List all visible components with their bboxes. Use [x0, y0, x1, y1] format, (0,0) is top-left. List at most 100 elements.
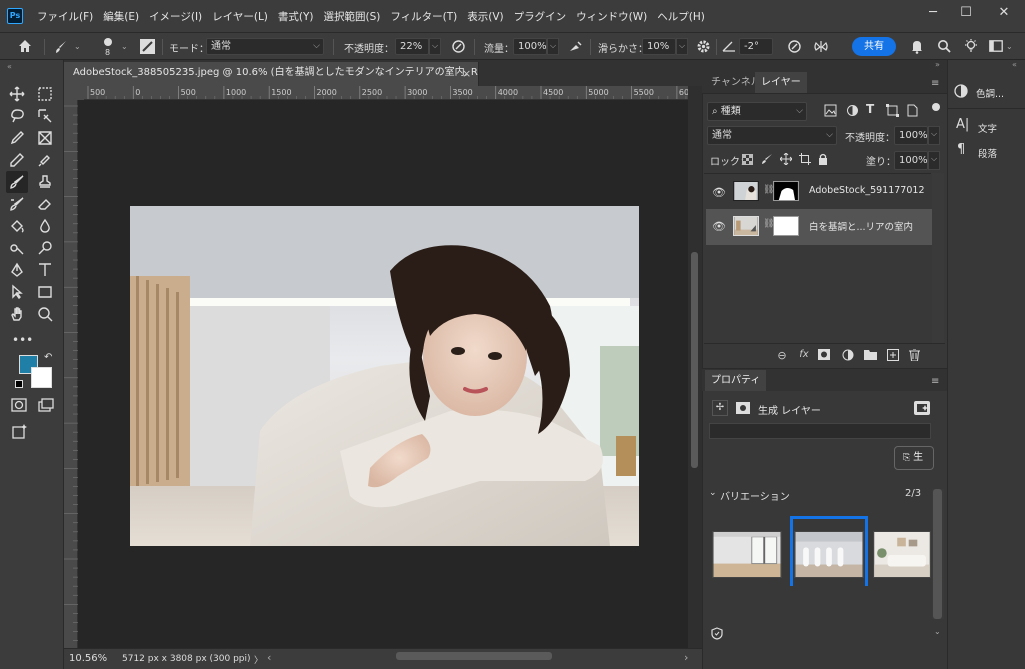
new-group-icon[interactable] — [864, 349, 878, 363]
layer-row[interactable]: 👁 ⛓ 白を基調と...リアの室内 — [706, 209, 932, 245]
status-menu-arrow[interactable]: 〉 — [254, 653, 263, 666]
document-image[interactable] — [130, 206, 639, 546]
stamp-tool-icon[interactable] — [34, 171, 56, 193]
layer-opacity-input[interactable]: 100% — [894, 126, 928, 145]
symmetry-icon[interactable] — [813, 39, 829, 54]
link-layers-icon[interactable]: ⊖ — [775, 349, 789, 363]
generate-button[interactable]: ⎘ 生 — [894, 446, 934, 470]
scroll-left-icon[interactable]: ‹ — [267, 651, 271, 664]
adjustment-layer-icon[interactable] — [842, 349, 856, 363]
history-brush-icon[interactable] — [6, 193, 28, 215]
gear-icon[interactable] — [696, 39, 711, 54]
adjustments-label[interactable]: 色調... — [976, 86, 1004, 100]
generate-image-icon[interactable] — [12, 423, 28, 439]
document-tab[interactable]: AdobeStock_388505235.jpeg @ 10.6% (白を基調と… — [64, 62, 479, 86]
close-tab-icon[interactable]: × — [462, 67, 471, 80]
menu-item[interactable]: 表示(V) — [462, 8, 508, 26]
menu-item[interactable]: ファイル(F) — [32, 8, 98, 26]
collapse-icon[interactable]: « — [7, 62, 12, 71]
maximize-button[interactable]: ☐ — [951, 4, 981, 24]
object-select-tool-icon[interactable] — [34, 105, 56, 127]
lightbulb-icon[interactable] — [963, 38, 979, 54]
layer-filter-select[interactable]: ⌕ 種類 ⌵ — [707, 102, 807, 121]
minimize-button[interactable]: ─ — [918, 4, 948, 24]
collapse-icon[interactable]: « — [1012, 60, 1017, 69]
prompt-input[interactable] — [709, 423, 931, 439]
lock-all-icon[interactable] — [818, 153, 828, 165]
opacity-dropdown[interactable]: ⌵ — [429, 38, 441, 55]
menu-item[interactable]: 書式(Y) — [273, 8, 319, 26]
paragraph-icon[interactable]: ¶ — [957, 142, 965, 157]
chevron-down-icon[interactable]: ⌄ — [709, 488, 717, 498]
dropper-tool-icon[interactable] — [6, 149, 28, 171]
pixel-filter-icon[interactable] — [824, 104, 837, 117]
search-icon[interactable] — [937, 39, 951, 53]
background-color-swatch[interactable] — [31, 367, 52, 388]
brush-tool-icon[interactable] — [54, 40, 68, 54]
menu-item[interactable]: レイヤー(L) — [207, 8, 273, 26]
hand-tool-icon[interactable] — [6, 303, 28, 325]
menu-item[interactable]: 選択範囲(S) — [319, 8, 386, 26]
quick-mask-icon[interactable] — [11, 398, 27, 412]
bucket-tool-icon[interactable] — [6, 215, 28, 237]
horizontal-scroll-thumb[interactable] — [396, 652, 552, 660]
layers-scrollbar[interactable] — [932, 173, 944, 343]
tab-properties[interactable]: プロパティ — [705, 370, 767, 391]
menu-item[interactable]: ウィンドウ(W) — [571, 8, 652, 26]
character-icon[interactable]: A| — [956, 117, 969, 132]
lock-pixels-icon[interactable] — [761, 153, 773, 165]
layer-opacity-dropdown[interactable]: ⌵ — [928, 126, 940, 145]
brush-settings-icon[interactable] — [140, 39, 155, 54]
healing-tool-icon[interactable] — [34, 149, 56, 171]
zoom-level[interactable]: 10.56% — [69, 653, 107, 664]
brush-tool-icon[interactable] — [6, 171, 28, 193]
marquee-tool-icon[interactable] — [34, 83, 56, 105]
lock-transparency-icon[interactable] — [742, 154, 753, 165]
new-layer-icon[interactable] — [887, 349, 901, 363]
rectangle-tool-icon[interactable] — [34, 281, 56, 303]
visibility-eye-icon[interactable]: 👁 — [712, 220, 726, 233]
chevron-down-icon[interactable]: ⌄ — [74, 42, 81, 51]
close-window-button[interactable]: ✕ — [989, 4, 1019, 24]
panel-menu-icon[interactable]: ≡ — [931, 78, 939, 89]
variation-thumbnail-selected[interactable] — [794, 531, 864, 578]
scroll-down-icon[interactable]: ⌄ — [934, 627, 941, 636]
variation-thumbnail[interactable] — [873, 531, 931, 578]
menu-item[interactable]: プラグイン — [509, 8, 572, 26]
move-tool-icon[interactable] — [6, 83, 28, 105]
airbrush-icon[interactable] — [568, 39, 584, 54]
eraser-tool-icon[interactable] — [34, 193, 56, 215]
fx-icon[interactable]: fx — [797, 348, 811, 362]
layer-name[interactable]: 白を基調と...リアの室内 — [809, 219, 913, 233]
more-tools-icon[interactable]: ••• — [12, 333, 33, 347]
share-button[interactable]: 共有 — [852, 37, 896, 56]
canvas-area[interactable] — [78, 100, 688, 648]
variation-thumbnail[interactable] — [712, 531, 782, 578]
filter-toggle[interactable] — [932, 103, 940, 111]
tab-layers[interactable]: レイヤー — [755, 72, 807, 93]
pressure-size-icon[interactable] — [787, 39, 802, 54]
smoothing-input[interactable]: 10% — [642, 38, 676, 55]
path-select-tool-icon[interactable] — [6, 281, 28, 303]
paragraph-label[interactable]: 段落 — [978, 146, 997, 160]
shape-filter-icon[interactable] — [886, 104, 899, 117]
blur-tool-icon[interactable] — [34, 215, 56, 237]
flow-dropdown[interactable]: ⌵ — [547, 38, 559, 55]
scroll-right-icon[interactable]: › — [684, 651, 688, 664]
workspace-icon[interactable] — [989, 40, 1003, 52]
fill-dropdown[interactable]: ⌵ — [928, 151, 940, 170]
layer-name[interactable]: AdobeStock_591177012 — [809, 185, 925, 196]
pressure-opacity-icon[interactable] — [451, 39, 466, 54]
type-filter-icon[interactable]: T — [866, 102, 874, 116]
brush-preset-icon[interactable] — [104, 38, 112, 46]
eyedropper-tool-icon[interactable] — [6, 127, 28, 149]
dodge-tool-icon[interactable] — [6, 237, 28, 259]
screen-mode-icon[interactable] — [38, 398, 54, 412]
mode-select[interactable]: 通常 ⌵ — [206, 38, 324, 55]
shield-icon[interactable] — [711, 627, 723, 640]
menu-item[interactable]: イメージ(I) — [144, 8, 207, 26]
fill-input[interactable]: 100% — [894, 151, 928, 170]
chevron-down-icon[interactable]: ⌄ — [121, 42, 128, 51]
adjustments-icon[interactable] — [954, 84, 968, 98]
angle-input[interactable]: -2° — [739, 38, 773, 55]
